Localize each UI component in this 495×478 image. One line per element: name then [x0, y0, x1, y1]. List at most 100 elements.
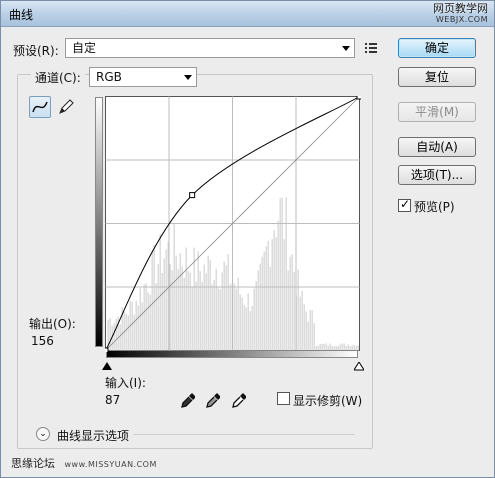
- curve-control-point[interactable]: [102, 347, 109, 354]
- histogram-bar: [343, 343, 345, 351]
- histogram-bar: [265, 246, 267, 351]
- histogram-bar: [159, 233, 161, 351]
- histogram-bar: [299, 296, 301, 351]
- histogram-bar: [151, 251, 153, 351]
- histogram-bar: [355, 346, 357, 351]
- histogram-bar: [285, 197, 287, 351]
- reset-button[interactable]: 复位: [398, 67, 476, 87]
- histogram-bar: [147, 292, 149, 351]
- histogram-bar: [145, 283, 147, 351]
- pencil-tool[interactable]: [55, 96, 77, 118]
- gray-eyedropper-icon[interactable]: [206, 392, 220, 408]
- curve-graph-canvas[interactable]: [102, 93, 363, 354]
- histogram-bar: [115, 318, 117, 351]
- histogram-bar: [141, 302, 143, 351]
- preset-select[interactable]: 自定: [65, 38, 355, 58]
- histogram-bar: [113, 323, 115, 351]
- histogram-bar: [335, 346, 337, 351]
- histogram-bar: [213, 279, 215, 351]
- options-button[interactable]: 选项(T)...: [398, 165, 476, 185]
- histogram-bar: [193, 247, 195, 351]
- histogram-bar: [345, 345, 347, 351]
- histogram-bar: [311, 310, 313, 351]
- channel-value: RGB: [96, 70, 122, 84]
- preset-options-icon[interactable]: [364, 41, 378, 55]
- histogram-bar: [239, 294, 241, 351]
- histogram-bar: [143, 284, 145, 351]
- histogram-bar: [319, 343, 321, 351]
- histogram-bar: [149, 294, 151, 351]
- watermark-top-cn: 网页教学网: [433, 2, 488, 15]
- histogram-bar: [275, 237, 277, 351]
- histogram-bar: [351, 345, 353, 351]
- channel-select[interactable]: RGB: [89, 67, 197, 87]
- input-label: 输入(I):: [105, 376, 146, 390]
- black-eyedropper-icon[interactable]: [181, 392, 195, 408]
- histogram-bar: [307, 321, 309, 351]
- title-bar: 曲线 网页教学网 WEBJX.COM: [1, 1, 494, 27]
- histogram-bar: [189, 272, 191, 351]
- histogram-bar: [199, 271, 201, 351]
- histogram-bar: [321, 343, 323, 351]
- histogram-bar: [259, 263, 261, 351]
- footer-watermark-url: www.MISSYUAN.COM: [64, 460, 157, 469]
- input-value[interactable]: 87: [105, 393, 120, 407]
- histogram-bar: [161, 272, 163, 351]
- curve-point-tool[interactable]: [29, 96, 51, 118]
- auto-button[interactable]: 自动(A): [398, 137, 476, 157]
- histogram-bar: [309, 310, 311, 351]
- histogram-bar: [253, 288, 255, 351]
- histogram-bar: [245, 307, 247, 351]
- histogram-bar: [175, 255, 177, 351]
- histogram-bar: [287, 270, 289, 351]
- preset-label: 预设(R):: [13, 44, 59, 58]
- expand-chevron-icon[interactable]: ⌄: [36, 427, 50, 441]
- histogram-bar: [221, 272, 223, 351]
- curve-control-point[interactable]: [189, 192, 196, 199]
- histogram-bar: [347, 344, 349, 351]
- histogram-bar: [127, 315, 129, 351]
- curve-tool-icon: [32, 101, 48, 113]
- curve-control-point[interactable]: [356, 93, 363, 100]
- output-gradient-bar: [95, 97, 103, 347]
- histogram-bar: [209, 260, 211, 351]
- black-point-slider[interactable]: [102, 362, 112, 371]
- histogram-bar: [225, 265, 227, 351]
- histogram-bar: [133, 314, 135, 351]
- watermark-top: 网页教学网 WEBJX.COM: [433, 3, 488, 25]
- histogram-bar: [249, 311, 251, 351]
- histogram-bar: [283, 239, 285, 351]
- histogram-bar: [301, 290, 303, 351]
- output-label: 输出(O):: [29, 317, 76, 331]
- smooth-button[interactable]: 平滑(M): [398, 102, 476, 122]
- histogram-bar: [317, 345, 319, 351]
- histogram-bar: [171, 270, 173, 351]
- curve-display-options-label[interactable]: 曲线显示选项: [57, 427, 129, 444]
- divider: [133, 434, 355, 435]
- histogram-bar: [269, 266, 271, 351]
- pencil-icon: [59, 99, 74, 114]
- preset-value: 自定: [72, 41, 97, 55]
- histogram-bar: [327, 345, 329, 351]
- curve-graph[interactable]: [102, 93, 363, 355]
- histogram-bar: [165, 249, 167, 351]
- histogram-bar: [261, 256, 263, 351]
- histogram-bar: [289, 256, 291, 351]
- histogram-bar: [195, 281, 197, 351]
- histogram-bar: [237, 277, 239, 351]
- histogram-bar: [291, 254, 293, 351]
- white-point-slider[interactable]: [354, 362, 364, 371]
- watermark-top-en: WEBJX.COM: [435, 15, 488, 24]
- histogram-bar: [191, 287, 193, 351]
- histogram-bar: [131, 301, 133, 351]
- show-clipping-checkbox[interactable]: [277, 392, 290, 405]
- output-value[interactable]: 156: [31, 334, 54, 348]
- ok-button[interactable]: 确定: [398, 38, 476, 58]
- histogram-bar: [207, 255, 209, 351]
- white-eyedropper-icon[interactable]: [232, 392, 246, 408]
- histogram-bar: [163, 258, 165, 351]
- histogram-bar: [181, 266, 183, 351]
- preview-checkbox[interactable]: [398, 197, 411, 212]
- preview-label: 预览(P): [414, 200, 455, 214]
- histogram-bar: [205, 273, 207, 351]
